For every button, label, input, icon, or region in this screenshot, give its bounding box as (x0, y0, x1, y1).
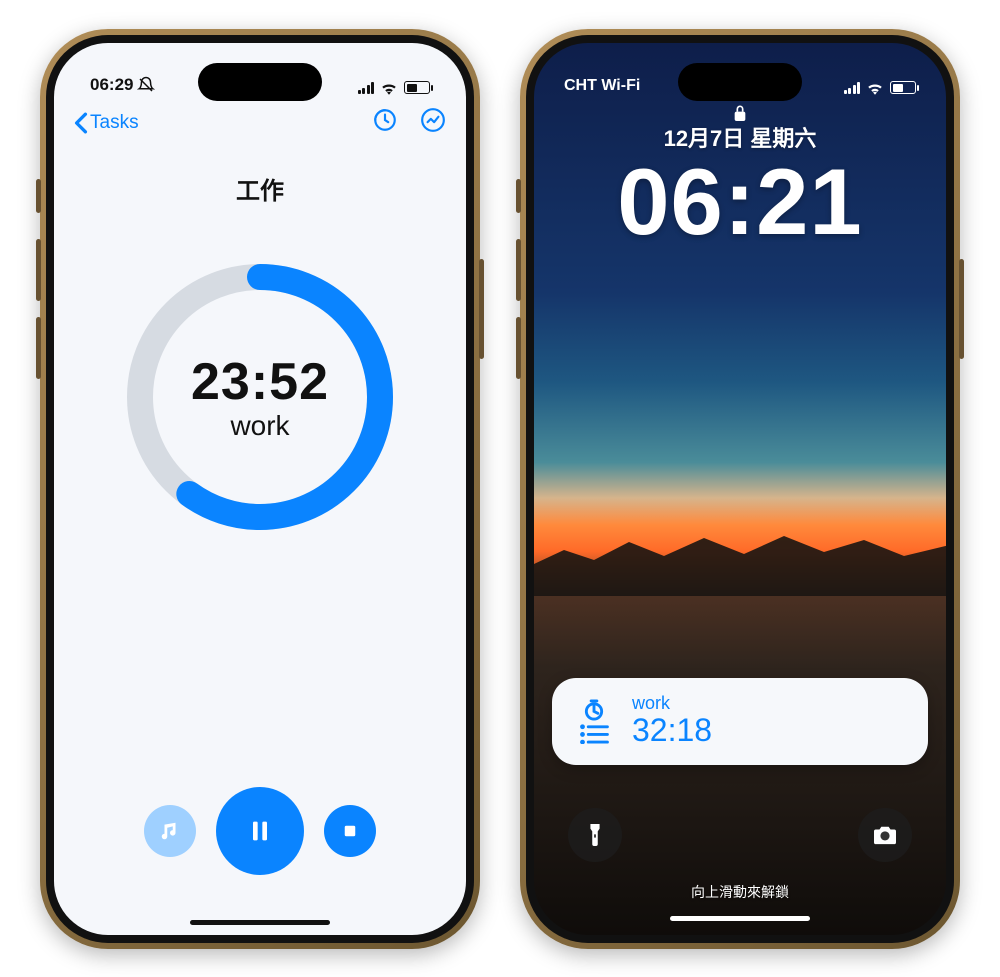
mute-switch[interactable] (516, 179, 521, 213)
wifi-icon (866, 81, 884, 95)
mountain-silhouette (534, 506, 946, 596)
timer-history-icon[interactable] (372, 107, 398, 138)
nav-bar: Tasks (54, 99, 466, 147)
lock-screen[interactable]: CHT Wi-Fi 12月7日 星期六 06:21 (534, 43, 946, 935)
controls (54, 787, 466, 875)
dynamic-island (678, 63, 802, 101)
volume-up[interactable] (516, 239, 521, 301)
home-indicator[interactable] (190, 920, 330, 925)
stats-icon[interactable] (420, 107, 446, 138)
live-activity-widget[interactable]: work 32:18 (552, 678, 928, 765)
lock-date: 12月7日 星期六 (534, 121, 946, 153)
phone-left: 06:29 (40, 29, 480, 949)
cellular-icon (844, 82, 861, 94)
phone-right: CHT Wi-Fi 12月7日 星期六 06:21 (520, 29, 960, 949)
pause-button[interactable] (216, 787, 304, 875)
power-button[interactable] (479, 259, 484, 359)
mute-switch[interactable] (36, 179, 41, 213)
lock-icon (732, 103, 748, 123)
camera-button[interactable] (858, 808, 912, 862)
stop-button[interactable] (324, 805, 376, 857)
timer-ring: 23:52 work (119, 256, 401, 538)
wifi-icon (380, 81, 398, 95)
carrier-label: CHT Wi-Fi (564, 77, 640, 95)
task-title: 工作 (54, 171, 466, 206)
pause-icon (246, 817, 274, 845)
status-indicators (358, 81, 431, 95)
stopwatch-list-icon (570, 697, 618, 745)
flashlight-button[interactable] (568, 808, 622, 862)
unlock-hint: 向上滑動來解鎖 (691, 882, 789, 902)
volume-down[interactable] (36, 317, 41, 379)
lock-bottom: 向上滑動來解鎖 (534, 775, 946, 935)
status-time: 06:29 (90, 75, 133, 95)
music-icon (159, 820, 181, 842)
cellular-icon (358, 82, 375, 94)
battery-icon (404, 81, 430, 94)
music-button[interactable] (144, 805, 196, 857)
volume-up[interactable] (36, 239, 41, 301)
widget-time: 32:18 (632, 713, 712, 748)
back-label: Tasks (90, 112, 139, 134)
home-indicator[interactable] (670, 916, 810, 921)
lock-time: 06:21 (534, 155, 946, 249)
dynamic-island (198, 63, 322, 101)
back-button[interactable]: Tasks (74, 112, 139, 134)
silent-icon (137, 76, 155, 94)
app-screen: 06:29 (54, 43, 466, 935)
widget-label: work (632, 694, 712, 714)
battery-icon (890, 81, 916, 94)
power-button[interactable] (959, 259, 964, 359)
stop-icon (341, 822, 359, 840)
volume-down[interactable] (516, 317, 521, 379)
chevron-left-icon (74, 112, 88, 134)
camera-icon (872, 824, 898, 846)
timer-mode: work (230, 410, 289, 442)
timer-time: 23:52 (191, 352, 329, 412)
flashlight-icon (584, 822, 606, 848)
